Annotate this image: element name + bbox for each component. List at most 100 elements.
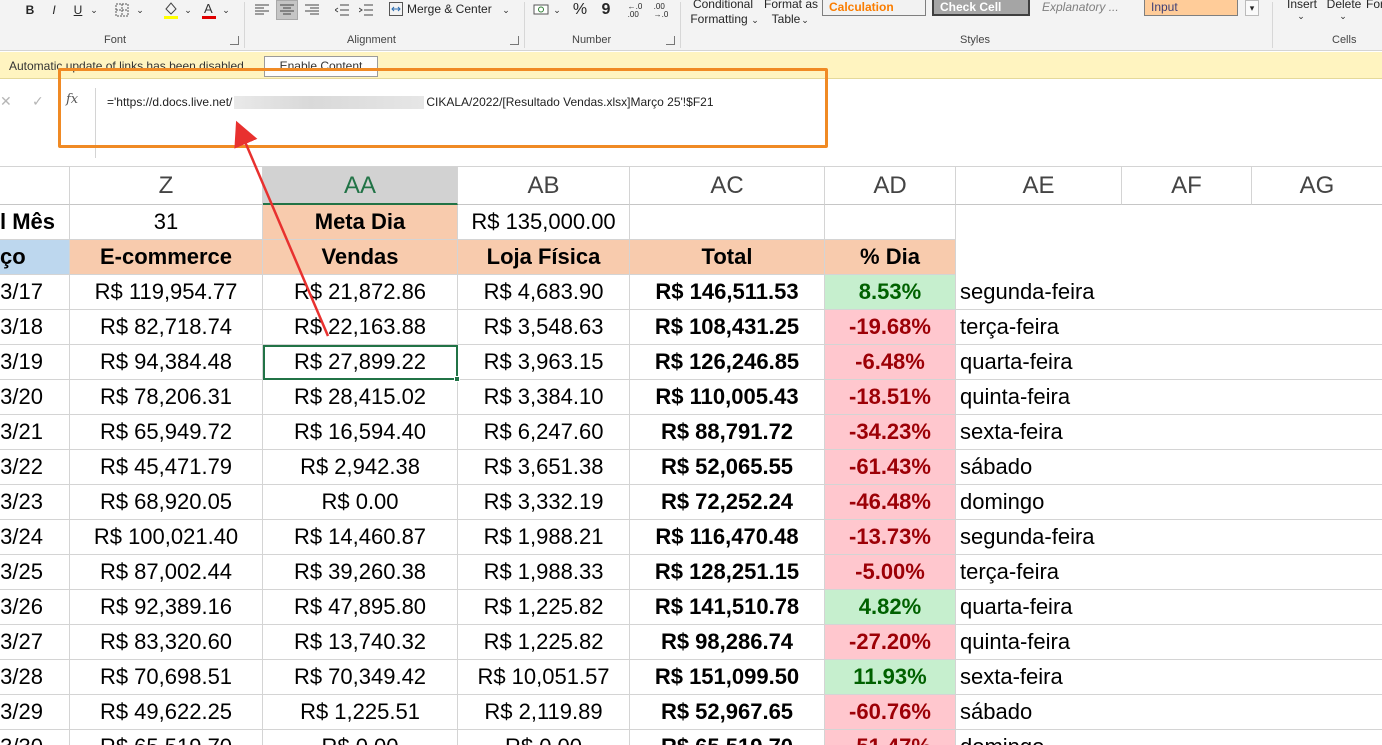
cell-loja-fisica[interactable]: R$ 1,988.21 [458,520,630,555]
cell-empty[interactable] [1122,660,1252,695]
cell-loja-fisica[interactable]: R$ 3,548.63 [458,310,630,345]
cancel-icon[interactable]: ✕ [0,93,12,110]
insert-function-button[interactable]: fx [66,92,78,107]
cell-empty[interactable] [1252,450,1382,485]
style-calculation[interactable]: Calculation [822,0,926,16]
cell-meta-dia-value[interactable]: R$ 135,000.00 [458,205,630,240]
cell-total[interactable]: R$ 72,252.24 [630,485,825,520]
style-check-cell[interactable]: Check Cell [932,0,1030,16]
cell-loja-fisica[interactable]: R$ 2,119.89 [458,695,630,730]
column-header-ae[interactable]: AE [956,167,1122,205]
decrease-indent-icon[interactable] [332,0,352,20]
percent-style-button[interactable]: % [570,0,590,20]
cell-vendas[interactable]: R$ 39,260.38 [263,555,458,590]
cell-ecommerce[interactable]: R$ 68,920.05 [70,485,263,520]
cell-date[interactable]: 3/19 [0,345,70,380]
fill-color-icon[interactable] [162,0,180,20]
cell-pct-dia[interactable]: -60.76% [825,695,956,730]
enter-icon[interactable]: ✓ [32,93,44,110]
cell-empty[interactable] [1122,730,1252,745]
cell-empty[interactable] [1252,310,1382,345]
cell-empty[interactable] [1122,520,1252,555]
cell-empty[interactable] [1122,485,1252,520]
enable-content-button[interactable]: Enable Content [264,56,378,77]
conditional-formatting-label-2[interactable]: Formatting [686,11,752,27]
comma-style-button[interactable]: 9 [596,0,616,20]
cell-date[interactable]: 3/18 [0,310,70,345]
cell-weekday[interactable]: quarta-feira [956,345,1122,380]
increase-decimal-icon[interactable]: ←.0.00 [624,0,646,22]
cell-vendas[interactable]: R$ 0.00 [263,485,458,520]
cell-vendas[interactable]: R$ 13,740.32 [263,625,458,660]
cell-empty[interactable] [1252,380,1382,415]
cell-vendas[interactable]: R$ 21,872.86 [263,275,458,310]
cell-days-in-month[interactable]: 31 [70,205,263,240]
cell-date[interactable]: 3/22 [0,450,70,485]
cell-month-label[interactable]: l Mês [0,205,70,240]
increase-indent-icon[interactable] [356,0,376,20]
cell-ecommerce[interactable]: R$ 70,698.51 [70,660,263,695]
insert-dropdown-icon[interactable]: ⌄ [1296,10,1306,22]
italic-button[interactable]: I [46,2,62,18]
cell-date[interactable]: 3/26 [0,590,70,625]
align-right-icon[interactable] [302,0,322,20]
cell-empty[interactable] [1252,625,1382,660]
cell-date[interactable]: 3/17 [0,275,70,310]
cell-vendas[interactable]: R$ 2,942.38 [263,450,458,485]
cell-vendas[interactable]: R$ 0.00 [263,730,458,745]
cell-ecommerce[interactable]: R$ 49,622.25 [70,695,263,730]
underline-button[interactable]: U [70,2,86,18]
cell-loja-fisica[interactable]: R$ 1,225.82 [458,625,630,660]
header-date[interactable]: ço [0,240,70,275]
cell-ecommerce[interactable]: R$ 119,954.77 [70,275,263,310]
cell-pct-dia[interactable]: -51.47% [825,730,956,745]
cell-total[interactable]: R$ 52,065.55 [630,450,825,485]
column-header-aa[interactable]: AA [263,167,458,205]
cell-weekday[interactable]: segunda-feira [956,520,1122,555]
header-total[interactable]: Total [630,240,825,275]
column-header-z[interactable]: Z [70,167,263,205]
cell-pct-dia[interactable]: -46.48% [825,485,956,520]
cell-date[interactable]: 3/24 [0,520,70,555]
cell-total[interactable]: R$ 128,251.15 [630,555,825,590]
cell-weekday[interactable]: terça-feira [956,555,1122,590]
alignment-dialog-launcher-icon[interactable] [510,36,519,45]
align-left-icon[interactable] [252,0,272,20]
cell-vendas[interactable]: R$ 22,163.88 [263,310,458,345]
cell-empty[interactable] [1252,485,1382,520]
cell-empty[interactable] [630,205,825,240]
accounting-dropdown-icon[interactable]: ⌄ [552,3,562,17]
cell-empty[interactable] [1122,310,1252,345]
cell-loja-fisica[interactable]: R$ 1,988.33 [458,555,630,590]
formula-input[interactable]: ='https://d.docs.live.net/CIKALA/2022/[R… [107,95,714,110]
cell-loja-fisica[interactable]: R$ 3,963.15 [458,345,630,380]
cell-weekday[interactable]: sábado [956,695,1122,730]
cell-total[interactable]: R$ 151,099.50 [630,660,825,695]
font-dialog-launcher-icon[interactable] [230,36,239,45]
cell-total[interactable]: R$ 110,005.43 [630,380,825,415]
cell-ecommerce[interactable]: R$ 94,384.48 [70,345,263,380]
cell-empty[interactable] [1252,520,1382,555]
cell-weekday[interactable]: sexta-feira [956,660,1122,695]
cell-empty[interactable] [1122,345,1252,380]
style-explanatory[interactable]: Explanatory ... [1036,0,1138,16]
cell-empty[interactable] [1122,590,1252,625]
cell-total[interactable]: R$ 98,286.74 [630,625,825,660]
accounting-format-icon[interactable] [532,0,552,20]
cell-weekday[interactable]: quinta-feira [956,380,1122,415]
cell-empty[interactable] [1122,555,1252,590]
cell-loja-fisica[interactable]: R$ 0.00 [458,730,630,745]
cell-empty[interactable] [1252,555,1382,590]
cell-ecommerce[interactable]: R$ 45,471.79 [70,450,263,485]
borders-icon[interactable] [114,2,130,18]
cell-empty[interactable] [1122,275,1252,310]
column-header-partial[interactable] [0,167,70,205]
cell-ecommerce[interactable]: R$ 100,021.40 [70,520,263,555]
cell-pct-dia[interactable]: -61.43% [825,450,956,485]
cell-weekday[interactable]: sábado [956,450,1122,485]
cell-empty[interactable] [1252,415,1382,450]
cell-total[interactable]: R$ 126,246.85 [630,345,825,380]
cell-total[interactable]: R$ 65,519.70 [630,730,825,745]
cell-ecommerce[interactable]: R$ 65,519.70 [70,730,263,745]
cell-ecommerce[interactable]: R$ 83,320.60 [70,625,263,660]
